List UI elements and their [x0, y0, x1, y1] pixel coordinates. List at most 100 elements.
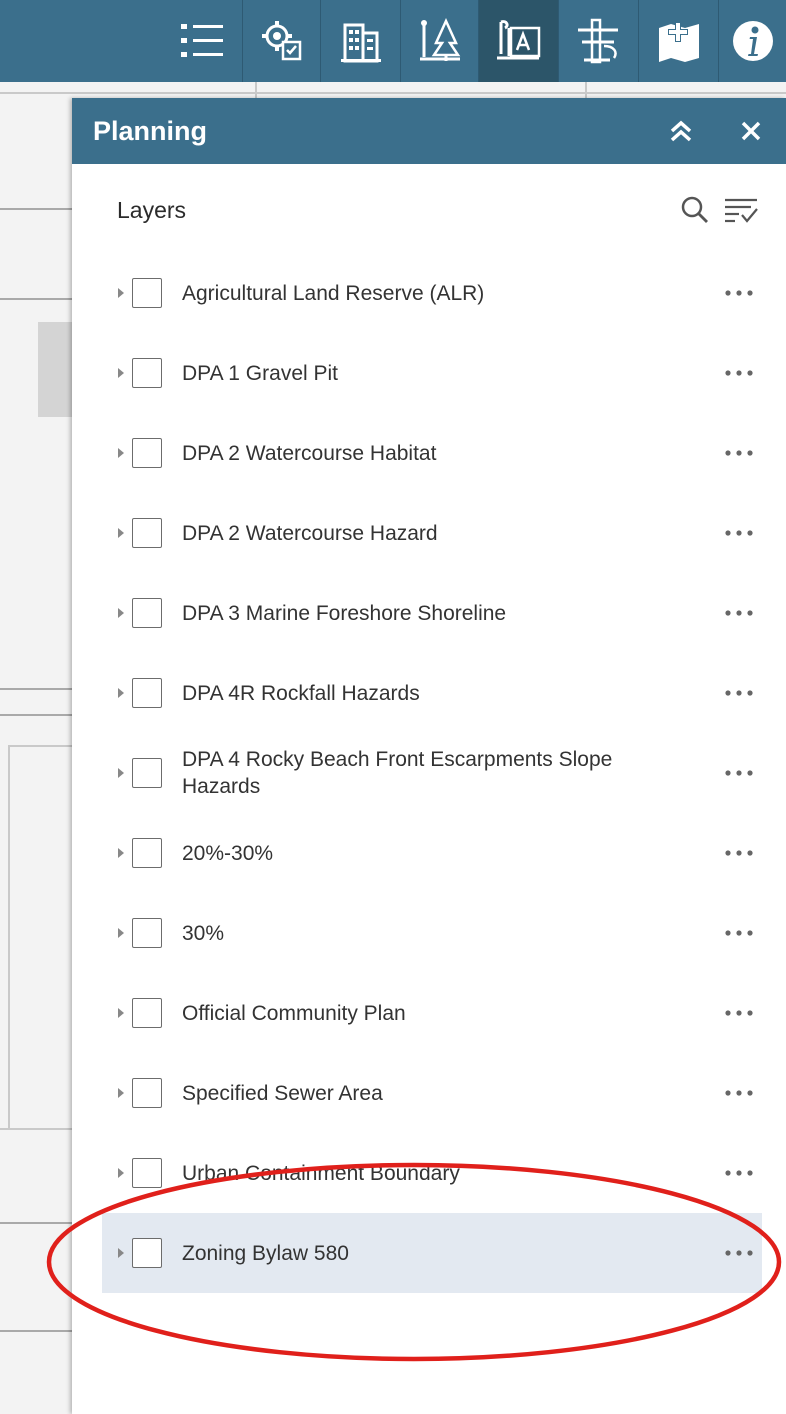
add-map-tool-button[interactable]: [638, 0, 718, 82]
map-road-line: [0, 298, 72, 300]
layer-label: DPA 1 Gravel Pit: [182, 361, 339, 385]
layer-options-button[interactable]: [722, 1243, 756, 1263]
layer-options-button[interactable]: [722, 923, 756, 943]
map-road-line: [8, 745, 10, 1130]
layer-options-button[interactable]: [722, 283, 756, 303]
parks-tool-button[interactable]: [400, 0, 478, 82]
layer-label: Agricultural Land Reserve (ALR): [182, 281, 485, 305]
map-road-line: [585, 82, 587, 98]
more-horizontal-icon: [725, 370, 753, 376]
layer-options-button[interactable]: [722, 363, 756, 383]
layer-list-icon: [181, 24, 223, 57]
layer-visibility-checkbox[interactable]: [132, 838, 162, 868]
map-road-line: [0, 92, 786, 94]
building-tool-button[interactable]: [320, 0, 400, 82]
more-horizontal-icon: [725, 930, 753, 936]
expand-caret-icon[interactable]: [116, 366, 126, 380]
planning-panel: Planning Layers Agricultural Land Reserv…: [72, 98, 786, 1414]
layer-row[interactable]: Urban Containment Boundary: [102, 1133, 762, 1213]
layers-heading: Layers: [117, 197, 187, 223]
layer-row[interactable]: Specified Sewer Area: [102, 1053, 762, 1133]
expand-caret-icon[interactable]: [116, 286, 126, 300]
layer-row[interactable]: Official Community Plan: [102, 973, 762, 1053]
layer-label: DPA 4 Rocky Beach Front Escarpments Slop…: [182, 748, 613, 798]
layer-options-button[interactable]: [722, 843, 756, 863]
more-horizontal-icon: [725, 1250, 753, 1256]
layer-visibility-checkbox[interactable]: [132, 1078, 162, 1108]
layer-row[interactable]: DPA 2 Watercourse Habitat: [102, 413, 762, 493]
layer-row[interactable]: DPA 3 Marine Foreshore Shoreline: [102, 573, 762, 653]
layer-label: 20%-30%: [182, 841, 274, 865]
expand-caret-icon[interactable]: [116, 1246, 126, 1260]
expand-caret-icon[interactable]: [116, 606, 126, 620]
expand-caret-icon[interactable]: [116, 446, 126, 460]
layer-visibility-checkbox[interactable]: [132, 998, 162, 1028]
settings-icon: [261, 21, 301, 61]
layer-label: DPA 2 Watercourse Hazard: [182, 521, 438, 545]
more-horizontal-icon: [725, 1010, 753, 1016]
layer-visibility-checkbox[interactable]: [132, 918, 162, 948]
layer-row[interactable]: 30%: [102, 893, 762, 973]
info-tool-button[interactable]: [718, 0, 786, 82]
layer-options-button[interactable]: [722, 763, 756, 783]
layer-options-button[interactable]: [722, 683, 756, 703]
map-road-line: [0, 208, 72, 210]
utilities-icon: [577, 18, 618, 64]
layer-row[interactable]: DPA 4R Rockfall Hazards: [102, 653, 762, 733]
layer-options-button[interactable]: [722, 1163, 756, 1183]
more-horizontal-icon: [725, 450, 753, 456]
map-road-line: [0, 1222, 72, 1224]
layer-visibility-checkbox[interactable]: [132, 598, 162, 628]
layer-visibility-checkbox[interactable]: [132, 438, 162, 468]
map-road-line: [255, 82, 257, 98]
expand-caret-icon[interactable]: [116, 766, 126, 780]
expand-caret-icon[interactable]: [116, 686, 126, 700]
planning-tool-button[interactable]: [478, 0, 558, 82]
layer-visibility-checkbox[interactable]: [132, 278, 162, 308]
map-road-line: [0, 688, 72, 690]
layer-label: 30%: [182, 921, 225, 945]
layer-row[interactable]: 20%-30%: [102, 813, 762, 893]
expand-caret-icon[interactable]: [116, 1006, 126, 1020]
layer-visibility-checkbox[interactable]: [132, 518, 162, 548]
expand-caret-icon[interactable]: [116, 846, 126, 860]
utilities-tool-button[interactable]: [558, 0, 638, 82]
panel-title: Planning: [93, 116, 207, 146]
layer-list-button[interactable]: [162, 0, 242, 82]
layer-options-button[interactable]: [722, 1003, 756, 1023]
expand-caret-icon[interactable]: [116, 526, 126, 540]
expand-caret-icon[interactable]: [116, 1166, 126, 1180]
planning-icon: [496, 20, 540, 60]
layer-visibility-checkbox[interactable]: [132, 1238, 162, 1268]
expand-caret-icon[interactable]: [116, 1086, 126, 1100]
close-panel-button[interactable]: [736, 116, 766, 146]
search-layers-button[interactable]: [676, 193, 714, 227]
more-horizontal-icon: [725, 290, 753, 296]
layer-row[interactable]: DPA 2 Watercourse Hazard: [102, 493, 762, 573]
search-icon: [681, 196, 708, 223]
collapse-panel-button[interactable]: [666, 116, 696, 146]
layer-visibility-checkbox[interactable]: [132, 678, 162, 708]
layer-visibility-checkbox[interactable]: [132, 1158, 162, 1188]
panel-header: Planning: [72, 98, 786, 164]
layer-options-button[interactable]: [722, 443, 756, 463]
layer-options-button[interactable]: [722, 523, 756, 543]
layer-visibility-checkbox[interactable]: [132, 358, 162, 388]
settings-tool-button[interactable]: [242, 0, 320, 82]
layer-row[interactable]: Zoning Bylaw 580: [102, 1213, 762, 1293]
expand-caret-icon[interactable]: [116, 926, 126, 940]
layer-options-button[interactable]: [722, 1083, 756, 1103]
layer-options-button[interactable]: [722, 603, 756, 623]
map-road-line: [0, 1330, 72, 1332]
filter-layers-button[interactable]: [722, 193, 760, 227]
building-icon: [340, 23, 381, 63]
close-icon: [741, 121, 761, 141]
layer-row[interactable]: DPA 4 Rocky Beach Front Escarpments Slop…: [102, 733, 762, 813]
layers-toolbar: [676, 193, 770, 227]
layer-label: DPA 4R Rockfall Hazards: [182, 681, 420, 705]
map-parcel: [38, 322, 72, 417]
layer-row[interactable]: Agricultural Land Reserve (ALR): [102, 253, 762, 333]
layer-row[interactable]: DPA 1 Gravel Pit: [102, 333, 762, 413]
layer-label: Urban Containment Boundary: [182, 1161, 460, 1185]
layer-visibility-checkbox[interactable]: [132, 758, 162, 788]
